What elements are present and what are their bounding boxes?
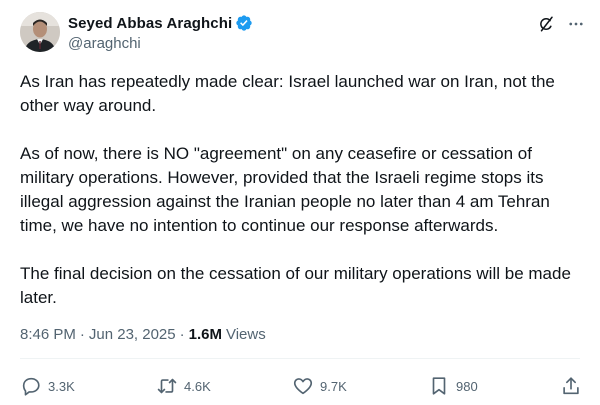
repost-icon xyxy=(156,375,178,397)
verified-badge-icon[interactable] xyxy=(235,14,253,32)
reply-icon xyxy=(20,375,42,397)
reply-button[interactable]: 3.3K xyxy=(20,373,75,399)
repost-button[interactable]: 4.6K xyxy=(156,373,211,399)
more-icon[interactable] xyxy=(566,14,586,34)
handle[interactable]: @araghchi xyxy=(68,35,253,52)
display-name-row: Seyed Abbas Araghchi xyxy=(68,13,253,33)
action-bar: 3.3K 4.6K 9.7K 980 xyxy=(20,373,585,399)
display-name[interactable]: Seyed Abbas Araghchi xyxy=(68,15,232,32)
reply-count: 3.3K xyxy=(48,378,75,394)
author-block: Seyed Abbas Araghchi @araghchi xyxy=(68,13,253,52)
grok-icon[interactable] xyxy=(536,14,556,34)
repost-count: 4.6K xyxy=(184,378,211,394)
avatar[interactable] xyxy=(20,12,60,52)
share-icon xyxy=(560,375,582,397)
divider xyxy=(20,358,580,359)
tweet-paragraph: As Iran has repeatedly made clear: Israe… xyxy=(20,72,555,115)
bookmark-icon xyxy=(428,375,450,397)
share-button[interactable] xyxy=(560,373,582,399)
heart-icon xyxy=(292,375,314,397)
tweet-text: As Iran has repeatedly made clear: Israe… xyxy=(20,70,585,334)
tweet-paragraph: As of now, there is NO "agreement" on an… xyxy=(20,144,550,235)
meta-separator: · xyxy=(179,326,185,343)
bookmark-count: 980 xyxy=(456,378,478,394)
tweet-paragraph: The final decision on the cessation of o… xyxy=(20,264,571,307)
views-count: 1.6M xyxy=(188,326,222,343)
bookmark-button[interactable]: 980 xyxy=(428,373,478,399)
tweet-time[interactable]: 8:46 PM xyxy=(20,326,76,343)
top-actions xyxy=(526,14,586,34)
views-label: Views xyxy=(225,326,266,343)
meta-separator: · xyxy=(79,326,85,343)
like-button[interactable]: 9.7K xyxy=(292,373,347,399)
like-count: 9.7K xyxy=(320,378,347,394)
tweet-date[interactable]: Jun 23, 2025 xyxy=(89,326,176,343)
tweet-meta: 8:46 PM · Jun 23, 2025 · 1.6M Views xyxy=(20,326,266,343)
tweet-card: Seyed Abbas Araghchi @araghchi As Iran h… xyxy=(0,0,600,405)
